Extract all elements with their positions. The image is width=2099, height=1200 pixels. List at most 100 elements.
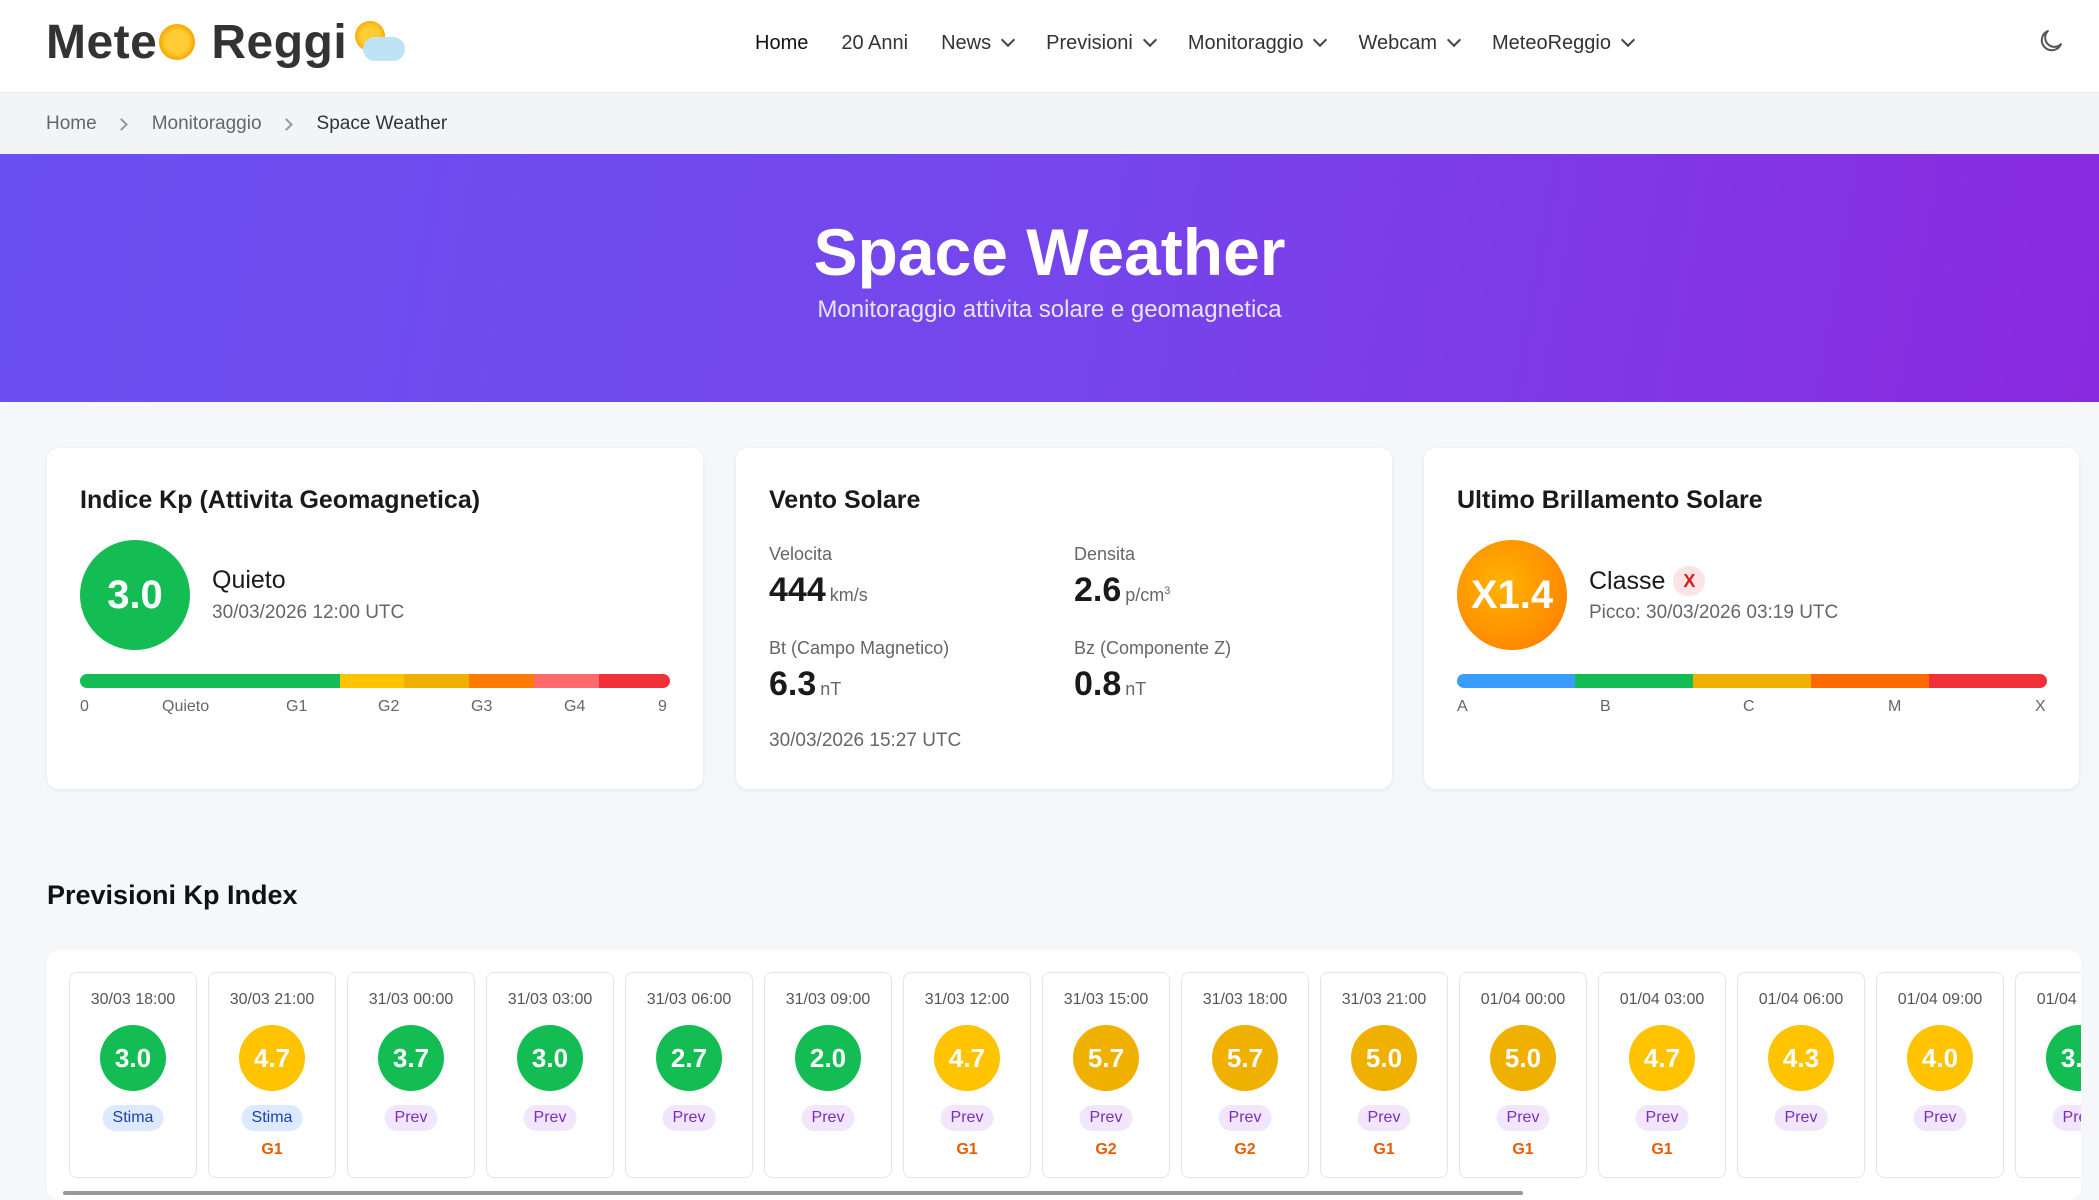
forecast-type-badge: Prev	[1218, 1105, 1272, 1131]
logo-text-part2: Reggi	[211, 15, 348, 69]
breadcrumb-current: Space Weather	[316, 113, 448, 134]
forecast-card[interactable]: 01/04 03:00 4.7 Prev G1	[1598, 972, 1726, 1178]
forecast-g-level: G2	[1234, 1141, 1256, 1158]
kp-scale-bar	[80, 674, 670, 688]
kp-index-card: Indice Kp (Attivita Geomagnetica) 3.0 Qu…	[47, 448, 703, 789]
kp-card-title: Indice Kp (Attivita Geomagnetica)	[80, 486, 481, 514]
forecast-time: 31/03 15:00	[1063, 991, 1149, 1008]
forecast-card[interactable]: 01/04 06:00 4.3 Prev	[1737, 972, 1865, 1178]
chevron-down-icon	[1313, 32, 1328, 48]
forecast-time: 31/03 00:00	[368, 991, 454, 1008]
forecast-type-badge: Prev	[1913, 1105, 1967, 1131]
forecast-time: 31/03 18:00	[1202, 991, 1288, 1008]
hero-banner: Space Weather Monitoraggio attivita sola…	[0, 154, 2099, 402]
forecast-type-badge: Prev	[662, 1105, 716, 1131]
flare-value-circle: X1.4	[1457, 540, 1567, 650]
flare-scale-labels: A B C M X	[1457, 698, 2047, 718]
top-navbar: Mete Reggi Home 20 Anni News Previsioni …	[0, 0, 2099, 93]
forecast-card[interactable]: 31/03 12:00 4.7 Prev G1	[903, 972, 1031, 1178]
nav-news[interactable]: News	[941, 31, 1016, 55]
bz-block: Bz (Componente Z) 0.8 nT	[1074, 638, 1231, 704]
forecast-time: 30/03 18:00	[90, 991, 176, 1008]
chevron-right-icon	[114, 117, 128, 131]
nav-monitoraggio[interactable]: Monitoraggio	[1187, 31, 1328, 55]
kp-scale-label: G3	[471, 698, 493, 715]
forecast-kp-circle: 3.0	[100, 1025, 166, 1091]
forecast-card[interactable]: 31/03 09:00 2.0 Prev	[764, 972, 892, 1178]
forecast-type-badge: Prev	[523, 1105, 577, 1131]
forecast-type-badge: Prev	[384, 1105, 438, 1131]
kp-scale-label: G2	[378, 698, 400, 715]
chevron-down-icon	[1446, 32, 1462, 48]
forecast-card[interactable]: 30/03 18:00 3.0 Stima	[69, 972, 197, 1178]
forecast-kp-circle: 3.0	[2046, 1025, 2081, 1091]
flare-class: Classe X	[1589, 566, 1706, 596]
nav-home[interactable]: Home	[755, 32, 808, 55]
forecast-kp-circle: 5.7	[1212, 1025, 1278, 1091]
forecast-list[interactable]: 30/03 18:00 3.0 Stima 30/03 21:00 4.7 Stima G1…	[69, 972, 2081, 1178]
chevron-down-icon	[1001, 32, 1016, 48]
kp-scale-label: G4	[564, 698, 586, 715]
moon-icon[interactable]	[2036, 26, 2066, 56]
flare-scale-label: B	[1600, 698, 1611, 715]
forecast-type-badge: Prev	[2052, 1105, 2081, 1131]
page-subtitle: Monitoraggio attivita solare e geomagnet…	[817, 296, 1282, 323]
flare-class-label: Classe	[1589, 566, 1666, 595]
nav-previsioni[interactable]: Previsioni	[1046, 31, 1157, 55]
logo-text-part1: Mete	[46, 15, 158, 69]
kp-scale-label: G1	[286, 698, 308, 715]
forecast-card[interactable]: 01/04 12:00 3.0 Prev	[2015, 972, 2081, 1178]
nav-home-label: Home	[755, 31, 809, 54]
flare-peak-time: Picco: 30/03/2026 03:19 UTC	[1589, 602, 1839, 623]
page-title: Space Weather	[813, 215, 1286, 289]
forecast-card[interactable]: 31/03 18:00 5.7 Prev G2	[1181, 972, 1309, 1178]
forecast-kp-circle: 3.0	[517, 1025, 583, 1091]
density-block: Densita 2.6 p/cm3	[1074, 544, 1170, 610]
forecast-g-level: G2	[1095, 1141, 1117, 1158]
forecast-time: 01/04 09:00	[1897, 991, 1983, 1008]
forecast-card[interactable]: 31/03 15:00 5.7 Prev G2	[1042, 972, 1170, 1178]
nav-previsioni-label: Previsioni	[1046, 31, 1133, 54]
forecast-card[interactable]: 31/03 21:00 5.0 Prev G1	[1320, 972, 1448, 1178]
kp-value-circle: 3.0	[80, 540, 190, 650]
nav-20-anni[interactable]: 20 Anni	[841, 32, 908, 55]
density-value: 2.6	[1074, 571, 1122, 609]
forecast-card[interactable]: 31/03 06:00 2.7 Prev	[625, 972, 753, 1178]
forecast-kp-circle: 4.7	[239, 1025, 305, 1091]
forecast-card[interactable]: 31/03 00:00 3.7 Prev	[347, 972, 475, 1178]
breadcrumb-home[interactable]: Home	[46, 113, 97, 135]
forecast-kp-circle: 3.7	[378, 1025, 444, 1091]
forecast-card[interactable]: 31/03 03:00 3.0 Prev	[486, 972, 614, 1178]
kp-status: Quieto	[212, 566, 286, 594]
nav-webcam[interactable]: Webcam	[1358, 31, 1462, 55]
breadcrumb-monitoraggio[interactable]: Monitoraggio	[152, 113, 262, 135]
nav-news-label: News	[941, 31, 992, 54]
solar-wind-time: 30/03/2026 15:27 UTC	[769, 730, 962, 751]
nav-webcam-label: Webcam	[1358, 31, 1437, 54]
forecast-time: 01/04 06:00	[1758, 991, 1844, 1008]
flare-scale-label: M	[1888, 698, 1902, 715]
forecast-type-badge: Prev	[940, 1105, 994, 1131]
forecast-card[interactable]: 01/04 00:00 5.0 Prev G1	[1459, 972, 1587, 1178]
site-logo[interactable]: Mete Reggi	[46, 12, 407, 72]
nav-meteoreggio[interactable]: MeteoReggio	[1492, 32, 1636, 55]
forecast-kp-circle: 5.0	[1351, 1025, 1417, 1091]
forecast-time: 01/04 12:00	[2036, 991, 2081, 1008]
forecast-time: 31/03 09:00	[785, 991, 871, 1008]
forecast-type-badge: Prev	[1774, 1105, 1828, 1131]
forecast-card[interactable]: 01/04 09:00 4.0 Prev	[1876, 972, 2004, 1178]
horizontal-scrollbar[interactable]	[63, 1191, 1523, 1195]
sun-icon	[159, 24, 196, 60]
forecast-card[interactable]: 30/03 21:00 4.7 Stima G1	[208, 972, 336, 1178]
forecast-kp-circle: 4.7	[934, 1025, 1000, 1091]
nav-monitoraggio-label: Monitoraggio	[1187, 31, 1304, 54]
forecast-time: 01/04 03:00	[1619, 991, 1705, 1008]
solar-wind-title: Vento Solare	[769, 486, 921, 514]
kp-scale-label: 9	[658, 698, 667, 715]
velocity-block: Velocita 444 km/s	[769, 544, 868, 610]
forecast-type-badge: Stima	[102, 1105, 164, 1131]
solar-flare-card: Ultimo Brillamento Solare X1.4 Classe X …	[1424, 448, 2079, 789]
sun-cloud-icon	[349, 19, 407, 65]
forecast-kp-circle: 4.7	[1629, 1025, 1695, 1091]
forecast-kp-circle: 2.0	[795, 1025, 861, 1091]
